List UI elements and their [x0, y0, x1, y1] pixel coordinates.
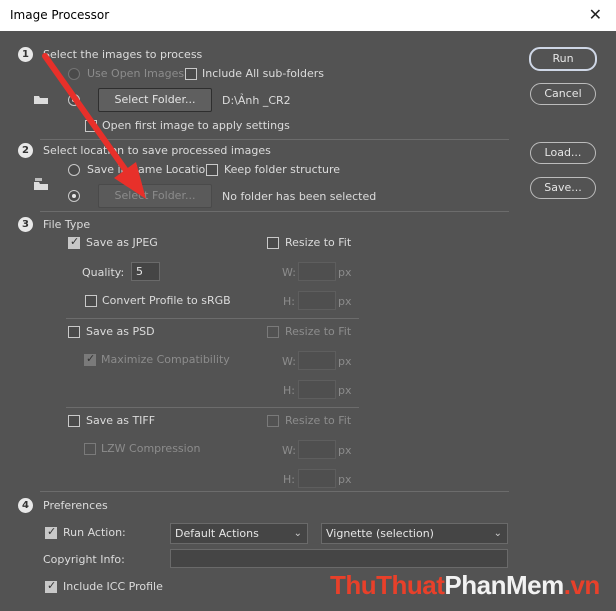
jpeg-height-input[interactable] — [298, 291, 336, 310]
close-icon[interactable]: ✕ — [589, 5, 602, 24]
psd-width-unit: px — [338, 355, 352, 368]
run-action-checkbox[interactable] — [45, 525, 57, 539]
run-action-label: Run Action: — [63, 526, 126, 539]
lzw-compression-label: LZW Compression — [101, 442, 201, 455]
tiff-width-unit: px — [338, 444, 352, 457]
convert-srgb-label: Convert Profile to sRGB — [102, 294, 231, 307]
dialog-body: 1 Select the images to process Use Open … — [0, 31, 616, 611]
save-as-jpeg-label: Save as JPEG — [86, 236, 158, 249]
title-bar: Image Processor ✕ — [0, 0, 616, 31]
psd-width-input[interactable] — [298, 351, 336, 370]
chevron-down-icon: ⌄ — [493, 528, 502, 539]
section-4-badge: 4 — [18, 498, 33, 513]
tiff-height-input[interactable] — [298, 469, 336, 488]
psd-height-label: H: — [283, 384, 295, 397]
quality-label: Quality: — [82, 266, 125, 279]
include-icc-label: Include ICC Profile — [63, 580, 163, 593]
include-icc-checkbox[interactable] — [45, 579, 57, 593]
separator — [66, 318, 359, 319]
psd-height-input[interactable] — [298, 380, 336, 399]
save-as-tiff-label: Save as TIFF — [86, 414, 156, 427]
action-set-select[interactable]: Default Actions ⌄ — [170, 523, 308, 544]
watermark-part-3: .vn — [563, 570, 601, 600]
annotation-arrow-icon — [42, 53, 146, 199]
separator — [66, 407, 359, 408]
action-value: Vignette (selection) — [326, 527, 434, 540]
watermark-logo: ThuThuatPhanMem.vn — [330, 570, 600, 601]
jpeg-height-unit: px — [338, 295, 352, 308]
convert-srgb-checkbox[interactable] — [85, 295, 97, 307]
action-select[interactable]: Vignette (selection) ⌄ — [321, 523, 508, 544]
maximize-compatibility-label: Maximize Compatibility — [101, 353, 230, 366]
tiff-height-unit: px — [338, 473, 352, 486]
quality-input[interactable]: 5 — [131, 262, 160, 281]
tiff-resize-checkbox[interactable] — [267, 415, 279, 427]
separator — [40, 491, 509, 492]
jpeg-resize-checkbox[interactable] — [267, 237, 279, 249]
jpeg-resize-label: Resize to Fit — [285, 236, 352, 249]
jpeg-width-unit: px — [338, 266, 352, 279]
watermark-part-1: ThuThuat — [330, 570, 445, 600]
copyright-input[interactable] — [170, 549, 508, 568]
jpeg-height-label: H: — [283, 295, 295, 308]
lzw-compression-checkbox[interactable] — [84, 443, 96, 455]
section-4-heading: Preferences — [43, 499, 108, 512]
save-as-jpeg-checkbox[interactable] — [68, 235, 80, 249]
save-as-tiff-checkbox[interactable] — [68, 415, 80, 427]
save-as-psd-checkbox[interactable] — [68, 326, 80, 338]
tiff-width-input[interactable] — [298, 440, 336, 459]
action-set-value: Default Actions — [175, 527, 259, 540]
tiff-height-label: H: — [283, 473, 295, 486]
save-as-psd-label: Save as PSD — [86, 325, 155, 338]
window-title: Image Processor — [10, 8, 110, 22]
maximize-compatibility-checkbox[interactable] — [84, 352, 96, 366]
psd-height-unit: px — [338, 384, 352, 397]
tiff-width-label: W: — [282, 444, 296, 457]
psd-resize-checkbox[interactable] — [267, 326, 279, 338]
chevron-down-icon: ⌄ — [293, 528, 302, 539]
jpeg-width-input[interactable] — [298, 262, 336, 281]
jpeg-width-label: W: — [282, 266, 296, 279]
watermark-part-2: PhanMem — [444, 570, 564, 600]
copyright-label: Copyright Info: — [43, 553, 125, 566]
psd-resize-label: Resize to Fit — [285, 325, 352, 338]
tiff-resize-label: Resize to Fit — [285, 414, 352, 427]
psd-width-label: W: — [282, 355, 296, 368]
